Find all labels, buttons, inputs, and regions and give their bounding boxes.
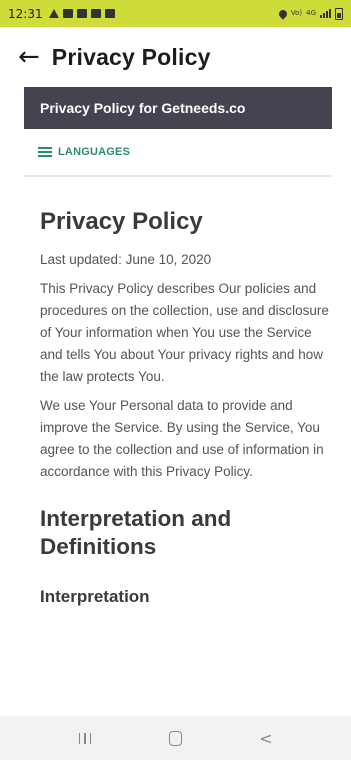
last-updated-text: Last updated: June 10, 2020	[40, 252, 212, 267]
languages-label: LANGUAGES	[58, 146, 131, 158]
recents-icon	[78, 732, 92, 744]
status-right-group: Vo) 4G	[277, 7, 343, 20]
app-title: Privacy Policy	[51, 43, 211, 70]
policy-content: Privacy Policy Last updated: June 10, 20…	[40, 195, 332, 607]
home-button[interactable]	[155, 723, 195, 753]
languages-menu-button[interactable]: LANGUAGES	[24, 129, 332, 177]
gallery-icon	[104, 9, 115, 18]
network-type: 4G	[306, 9, 316, 17]
system-navigation-bar: <	[0, 716, 351, 760]
page-title: Privacy Policy	[40, 208, 203, 235]
alert-triangle-icon	[48, 9, 59, 18]
volte-label: Vo)	[290, 9, 303, 17]
status-bar: 12:31 Vo) 4G	[0, 0, 351, 27]
paragraph-personal-data: We use Your Personal data to provide and…	[40, 398, 324, 479]
site-header-title: Privacy Policy for Getneeds.co	[40, 100, 246, 116]
site-header: Privacy Policy for Getneeds.co	[24, 87, 332, 129]
hamburger-menu-icon	[38, 147, 52, 157]
signal-bars-icon	[320, 9, 331, 18]
back-chevron-icon: <	[259, 728, 273, 748]
image-icon	[90, 9, 101, 18]
section-heading-interpretation-definitions: Interpretation and Definitions	[40, 506, 232, 559]
recents-button[interactable]	[65, 723, 105, 753]
arrow-left-icon[interactable]: ←	[18, 44, 40, 70]
back-button[interactable]: <	[246, 723, 286, 753]
message-icon	[62, 9, 73, 18]
status-time: 12:31	[8, 6, 43, 21]
subsection-heading-interpretation: Interpretation	[40, 587, 150, 606]
location-icon	[277, 7, 289, 20]
home-icon	[168, 730, 182, 746]
paragraph-intro: This Privacy Policy describes Our polici…	[40, 281, 329, 384]
status-left-group: 12:31	[8, 7, 115, 21]
battery-icon	[335, 7, 343, 20]
app-bar: ← Privacy Policy	[0, 27, 351, 87]
mail-icon	[76, 9, 87, 18]
